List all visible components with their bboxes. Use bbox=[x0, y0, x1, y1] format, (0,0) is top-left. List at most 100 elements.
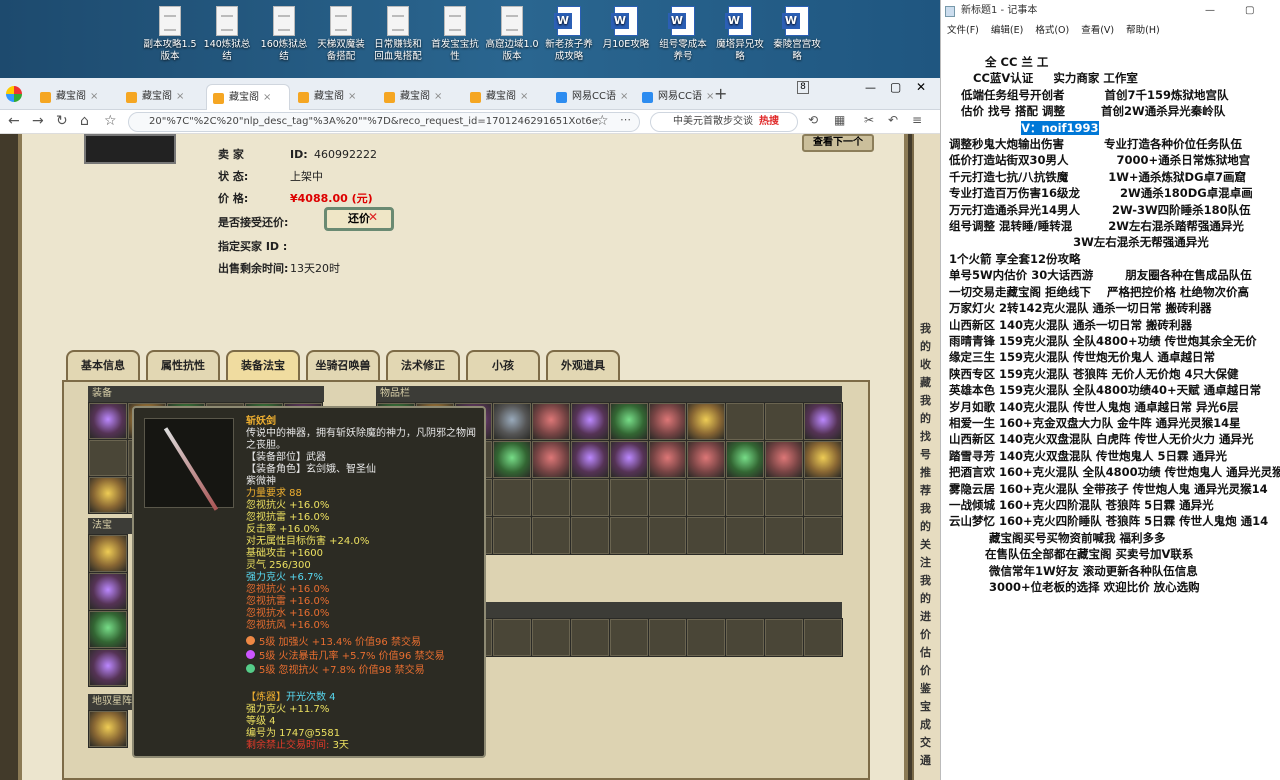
sidebar-char[interactable]: 进 bbox=[920, 608, 931, 624]
item-slot[interactable] bbox=[609, 403, 648, 440]
item-slot[interactable] bbox=[89, 611, 127, 648]
desktop-icon[interactable]: W 魔塔异兄攻略 bbox=[712, 6, 768, 63]
desktop-icon[interactable]: W 组号零成本养号 bbox=[655, 6, 711, 63]
empty-slot[interactable] bbox=[764, 479, 803, 516]
search-input[interactable]: 中美元首散步交谈 热搜 bbox=[650, 112, 798, 132]
browser-tab[interactable]: 藏宝阁 × bbox=[464, 84, 548, 110]
scissors-icon[interactable]: ✂ bbox=[864, 113, 874, 127]
browser-tab[interactable]: 网易CC语 × bbox=[550, 84, 634, 110]
more-icon[interactable]: ⋯ bbox=[620, 113, 631, 126]
tab-close-icon[interactable]: × bbox=[520, 91, 528, 102]
game-tab[interactable]: 外观道具 bbox=[546, 350, 620, 382]
empty-slot[interactable] bbox=[532, 619, 570, 656]
empty-slot[interactable] bbox=[687, 479, 726, 516]
empty-slot[interactable] bbox=[726, 479, 764, 516]
grid-icon[interactable]: ▦ bbox=[834, 113, 845, 127]
browser-tab[interactable]: 藏宝阁 × bbox=[34, 84, 118, 110]
sidebar-char[interactable]: 我 bbox=[920, 392, 931, 408]
item-slot[interactable] bbox=[570, 441, 609, 478]
sidebar-char[interactable]: 关 bbox=[920, 536, 931, 552]
item-slot[interactable] bbox=[609, 441, 648, 478]
sidebar-char[interactable]: 我 bbox=[920, 572, 931, 588]
menu-icon[interactable]: ≡ bbox=[912, 113, 922, 127]
browser-tab[interactable]: 藏宝阁 × bbox=[378, 84, 462, 110]
game-tab[interactable]: 属性抗性 bbox=[146, 350, 220, 382]
empty-slot[interactable] bbox=[493, 619, 532, 656]
item-slot[interactable] bbox=[648, 403, 687, 440]
browser-tab[interactable]: 藏宝阁 × bbox=[292, 84, 376, 110]
item-slot[interactable] bbox=[493, 441, 532, 478]
empty-slot[interactable] bbox=[609, 479, 648, 516]
tab-close-icon[interactable]: × bbox=[176, 91, 184, 102]
item-slot[interactable] bbox=[687, 403, 726, 440]
sidebar-char[interactable]: 成 bbox=[920, 716, 931, 732]
item-slot[interactable] bbox=[803, 441, 842, 478]
notepad-menu-item[interactable]: 查看(V) bbox=[1081, 25, 1114, 36]
notepad-menu-item[interactable]: 帮助(H) bbox=[1126, 25, 1160, 36]
browser-tab[interactable]: 藏宝阁 × bbox=[120, 84, 204, 110]
next-item-button[interactable]: 查看下一个 bbox=[802, 134, 874, 152]
tab-count-badge[interactable]: 8 bbox=[797, 81, 809, 94]
notepad-maximize-icon[interactable]: ▢ bbox=[1245, 0, 1254, 22]
sidebar-char[interactable]: 号 bbox=[920, 446, 931, 462]
sidebar-char[interactable]: 交 bbox=[920, 734, 931, 750]
item-slot[interactable] bbox=[764, 441, 803, 478]
desktop-icon[interactable]: 140炼狱总结 bbox=[199, 6, 255, 63]
item-slot[interactable] bbox=[89, 649, 127, 686]
item-slot[interactable] bbox=[89, 573, 127, 610]
sidebar-char[interactable]: 的 bbox=[920, 338, 931, 354]
home-icon[interactable]: ⌂ bbox=[80, 113, 89, 129]
item-slot[interactable] bbox=[89, 535, 127, 572]
item-slot[interactable] bbox=[726, 441, 764, 478]
empty-slot[interactable] bbox=[803, 619, 842, 656]
notepad-minimize-icon[interactable]: — bbox=[1205, 0, 1215, 22]
empty-slot[interactable] bbox=[726, 619, 764, 656]
item-slot[interactable] bbox=[89, 711, 127, 747]
desktop-icon[interactable]: 副本攻略1.5版本 bbox=[142, 6, 198, 63]
desktop-icon[interactable]: 首发宝宝抗性 bbox=[427, 6, 483, 63]
desktop-icon[interactable]: W 月10E攻略 bbox=[598, 6, 654, 51]
sidebar-char[interactable]: 的 bbox=[920, 590, 931, 606]
undo-icon[interactable]: ↶ bbox=[888, 113, 898, 127]
sidebar-char[interactable]: 价 bbox=[920, 626, 931, 642]
item-slot[interactable] bbox=[803, 403, 842, 440]
empty-slot[interactable] bbox=[803, 517, 842, 554]
empty-slot[interactable] bbox=[570, 619, 609, 656]
sidebar-char[interactable]: 通 bbox=[920, 752, 931, 768]
empty-slot[interactable] bbox=[803, 479, 842, 516]
game-tab[interactable]: 装备法宝 bbox=[226, 350, 300, 382]
item-slot[interactable] bbox=[648, 441, 687, 478]
empty-slot[interactable] bbox=[648, 517, 687, 554]
sidebar-char[interactable]: 我 bbox=[920, 500, 931, 516]
url-input[interactable]: 20"%7C"%2C%20"nlp_desc_tag"%3A%20""%7D&r… bbox=[128, 112, 640, 132]
desktop-icon[interactable]: W 新老孩子养成攻略 bbox=[541, 6, 597, 63]
item-slot[interactable] bbox=[570, 403, 609, 440]
empty-slot[interactable] bbox=[687, 517, 726, 554]
notepad-menu-item[interactable]: 格式(O) bbox=[1035, 25, 1069, 36]
star-icon[interactable]: ☆ bbox=[596, 113, 609, 129]
sidebar-char[interactable]: 我 bbox=[920, 320, 931, 336]
close-icon[interactable]: ✕ bbox=[916, 80, 926, 94]
bookmark-icon[interactable]: ☆ bbox=[104, 113, 117, 129]
tab-close-icon[interactable]: × bbox=[620, 91, 628, 102]
item-slot[interactable] bbox=[532, 441, 570, 478]
desktop-icon[interactable]: 天梯双魔装备搭配 bbox=[313, 6, 369, 63]
empty-slot[interactable] bbox=[609, 619, 648, 656]
empty-slot[interactable] bbox=[493, 517, 532, 554]
notepad-menu-item[interactable]: 编辑(E) bbox=[991, 25, 1023, 36]
item-slot[interactable] bbox=[89, 403, 127, 439]
notepad-menu-item[interactable]: 文件(F) bbox=[947, 25, 979, 36]
empty-slot[interactable] bbox=[570, 517, 609, 554]
empty-slot[interactable] bbox=[764, 403, 803, 440]
empty-slot[interactable] bbox=[570, 479, 609, 516]
tab-close-icon[interactable]: × bbox=[90, 91, 98, 102]
tab-close-icon[interactable]: × bbox=[263, 92, 271, 103]
sidebar-char[interactable]: 鉴 bbox=[920, 680, 931, 696]
sidebar-char[interactable]: 的 bbox=[920, 410, 931, 426]
browser-tab[interactable]: 网易CC语 × bbox=[636, 84, 720, 110]
sidebar-char[interactable]: 注 bbox=[920, 554, 931, 570]
sidebar-char[interactable]: 荐 bbox=[920, 482, 931, 498]
item-slot[interactable] bbox=[532, 403, 570, 440]
back-icon[interactable]: ← bbox=[8, 113, 20, 129]
game-tab[interactable]: 小孩 bbox=[466, 350, 540, 382]
